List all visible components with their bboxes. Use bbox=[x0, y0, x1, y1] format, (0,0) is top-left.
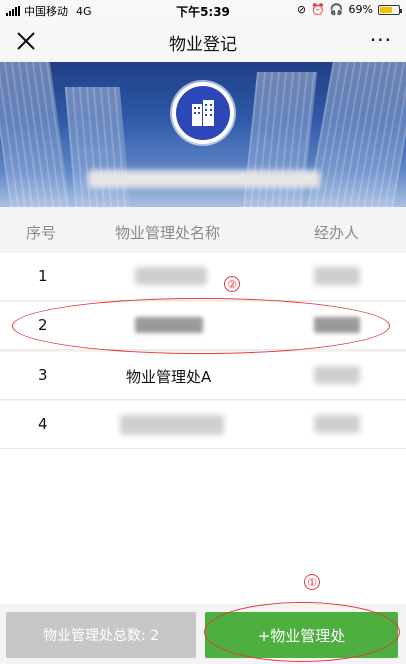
header-name: 物业管理处名称 bbox=[115, 224, 221, 242]
name-redacted bbox=[135, 267, 207, 285]
annotation-mark-1: ① bbox=[304, 574, 320, 590]
banner-building bbox=[307, 62, 406, 207]
annotation-ellipse-button bbox=[204, 602, 400, 662]
battery-fill bbox=[380, 6, 393, 13]
agent-redacted bbox=[314, 415, 360, 433]
company-name-redacted bbox=[88, 170, 320, 188]
company-logo bbox=[172, 82, 234, 144]
table-row[interactable]: 3 物业管理处A bbox=[0, 352, 406, 400]
agent-redacted bbox=[314, 366, 360, 384]
total-count-button: 物业管理处总数: 2 bbox=[6, 612, 196, 658]
name-redacted bbox=[120, 415, 224, 435]
page-title: 物业登记 bbox=[169, 35, 237, 55]
battery-percent: 69% bbox=[348, 3, 373, 16]
agent-redacted bbox=[314, 267, 360, 285]
banner bbox=[0, 62, 406, 207]
banner-building bbox=[64, 87, 131, 207]
table-header: 序号 物业管理处名称 经办人 bbox=[0, 207, 406, 253]
header-no: 序号 bbox=[26, 224, 57, 242]
status-bar: 中国移动 4G 下午5:39 ⊘ ⏰ 🎧 69% bbox=[0, 0, 406, 20]
headphones-icon: 🎧 bbox=[329, 3, 344, 16]
table-row[interactable]: 1 bbox=[0, 253, 406, 301]
empty-area bbox=[0, 452, 406, 602]
battery-icon bbox=[378, 4, 402, 15]
status-right: ⊘ ⏰ 🎧 69% bbox=[296, 3, 402, 16]
header-agent: 经办人 bbox=[314, 224, 360, 242]
rotation-lock-icon: ⊘ bbox=[296, 3, 307, 16]
table-row[interactable]: 4 bbox=[0, 401, 406, 449]
banner-building bbox=[0, 62, 71, 207]
row-no: 3 bbox=[38, 366, 48, 384]
row-no: 4 bbox=[38, 415, 48, 433]
alarm-icon: ⏰ bbox=[311, 3, 325, 16]
nav-bar: 物业登记 ··· bbox=[0, 20, 406, 62]
row-name: 物业管理处A bbox=[126, 368, 212, 386]
annotation-ellipse-row bbox=[12, 298, 390, 354]
annotation-mark-2: ② bbox=[224, 276, 240, 292]
building-icon bbox=[176, 86, 230, 140]
more-icon[interactable]: ··· bbox=[370, 28, 392, 52]
row-no: 1 bbox=[38, 267, 48, 285]
